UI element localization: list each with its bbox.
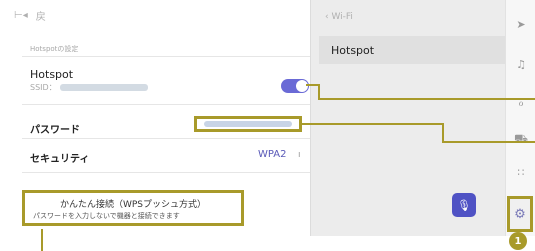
gear-icon: ⚙ <box>514 206 526 222</box>
divider <box>22 56 310 57</box>
apps-icon[interactable]: ∷ <box>506 166 535 179</box>
callout-badge: 1 <box>509 232 527 250</box>
back-button[interactable]: 戻 <box>36 8 46 23</box>
callout-line <box>442 141 535 143</box>
hotspot-settings-panel: ⊢◂ 戻 Hotspotの設定 Hotspot SSID： パスワード セキュリ… <box>0 0 310 236</box>
car-icon[interactable]: ⛟ <box>506 132 535 147</box>
lock-icon: ⊢◂ <box>14 9 28 21</box>
screen: ⊢◂ 戻 Hotspotの設定 Hotspot SSID： パスワード セキュリ… <box>0 0 535 236</box>
hotspot-toggle[interactable] <box>281 79 309 93</box>
ssid-value-blurred <box>59 84 148 91</box>
music-icon[interactable]: ♫ <box>506 58 535 71</box>
menu-item-label: Hotspot <box>331 44 375 57</box>
navigation-icon[interactable]: ➤ <box>506 18 535 31</box>
wifi-menu-panel: ‹ Wi-Fi Hotspot 🎙 <box>310 0 506 236</box>
toggle-knob <box>296 80 308 92</box>
callout-line <box>41 229 43 251</box>
ssid-label: SSID： <box>30 83 57 92</box>
password-value-blurred <box>204 121 292 127</box>
password-label: パスワード <box>30 125 80 136</box>
security-value[interactable]: WPA2 <box>258 149 286 160</box>
top-bar: ⊢◂ 戻 <box>0 0 310 30</box>
callout-line <box>302 123 444 125</box>
wps-subtitle: パスワードを入力しないで機器と接続できます <box>33 212 180 220</box>
settings-gear-button[interactable]: ⚙ <box>507 196 533 232</box>
callout-line <box>318 98 535 100</box>
callout-line <box>442 123 444 143</box>
security-label: セキュリティ <box>30 154 90 165</box>
microphone-button[interactable]: 🎙 <box>452 193 476 217</box>
menu-item-hotspot[interactable]: Hotspot <box>319 36 506 64</box>
wps-button[interactable]: かんたん接続（WPSプッシュ方式） パスワードを入力しないで機器と接続できます <box>22 190 244 226</box>
divider <box>22 172 310 173</box>
chevron-right-icon: ı <box>298 150 301 160</box>
divider <box>22 138 310 139</box>
microphone-icon: 🎙 <box>457 198 471 212</box>
section-title: Hotspotの設定 <box>30 45 79 53</box>
divider <box>22 104 310 105</box>
wps-title: かんたん接続（WPSプッシュ方式） <box>59 200 207 210</box>
ssid-row: SSID： <box>30 82 148 93</box>
password-value-highlight[interactable] <box>194 116 302 132</box>
hotspot-label: Hotspot <box>30 68 74 81</box>
breadcrumb-wifi[interactable]: ‹ Wi-Fi <box>325 12 353 22</box>
